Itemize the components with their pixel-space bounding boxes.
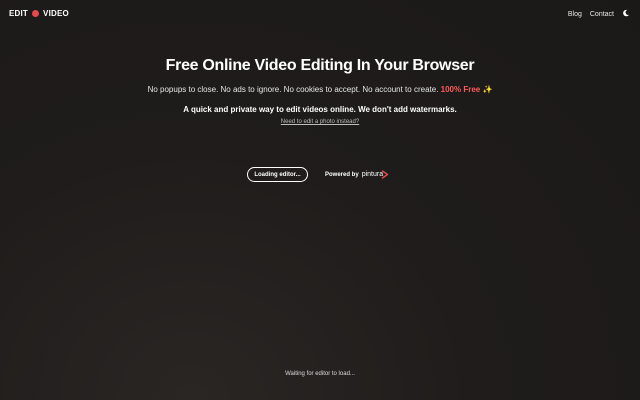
pintura-brand: pintura [361,171,384,178]
site-logo[interactable]: EDIT VIDEO [9,9,69,18]
subtitle-text: No popups to close. No ads to ignore. No… [147,85,439,94]
record-dot-icon [32,10,40,17]
logo-text-video: VIDEO [43,9,69,18]
feature-subtitle: No popups to close. No ads to ignore. No… [0,85,640,94]
nav-link-contact[interactable]: Contact [590,11,614,18]
page-title: Free Online Video Editing In Your Browse… [165,57,475,74]
editor-status-text: Waiting for editor to load... [285,371,355,377]
nav-link-blog[interactable]: Blog [568,11,582,18]
theme-toggle-button[interactable] [622,9,630,19]
powered-by-pintura-link[interactable]: Powered by pintura [325,170,389,179]
edit-photo-link[interactable]: Need to edit a photo instead? [281,119,359,125]
photo-link-container: Need to edit a photo instead? [0,119,640,125]
tagline: A quick and private way to edit videos o… [183,105,457,114]
powered-by-label: Powered by [325,171,359,178]
pintura-chevron-icon [381,170,389,179]
free-badge: 100% Free ✨ [440,85,493,94]
top-nav: Blog Contact [568,9,630,19]
loading-editor-button[interactable]: Loading editor... [247,167,308,182]
logo-text-edit: EDIT [9,9,29,18]
moon-icon [623,9,630,17]
